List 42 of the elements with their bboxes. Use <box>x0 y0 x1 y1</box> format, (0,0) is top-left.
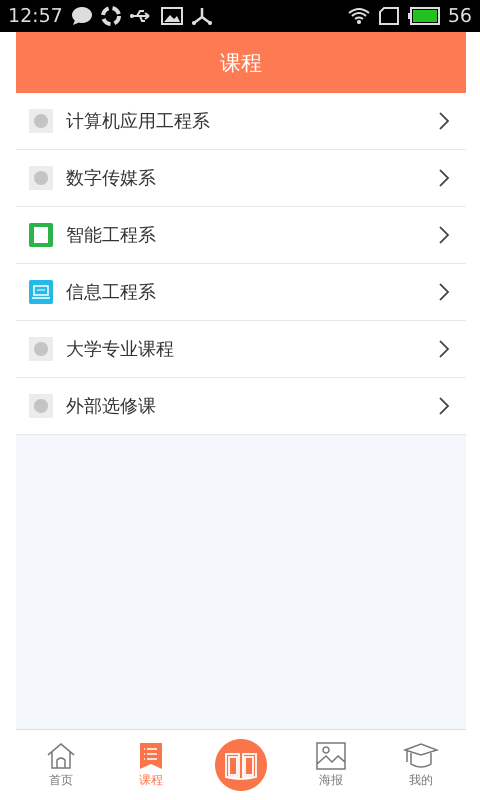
sync-icon <box>100 6 121 26</box>
tab-item[interactable]: 海报 <box>286 742 376 788</box>
list-icon <box>139 742 163 770</box>
placeholder-icon <box>29 394 53 418</box>
course-list-item[interactable]: 智能工程系 <box>16 207 466 264</box>
placeholder-icon <box>29 109 53 133</box>
placeholder-icon <box>29 166 53 190</box>
course-list-item[interactable]: 外部选修课 <box>16 378 466 435</box>
image-icon <box>160 7 183 25</box>
course-name: 信息工程系 <box>66 281 157 304</box>
course-name: 计算机应用工程系 <box>66 110 211 133</box>
course-name: 智能工程系 <box>66 224 157 247</box>
chevron-right-icon <box>438 111 450 131</box>
course-name: 大学专业课程 <box>66 338 175 361</box>
tab-item[interactable]: 首页 <box>16 742 106 788</box>
book-icon <box>29 223 53 247</box>
battery-icon <box>408 7 440 25</box>
placeholder-icon <box>29 337 53 361</box>
course-name: 外部选修课 <box>66 395 157 418</box>
chevron-right-icon <box>438 168 450 188</box>
course-list-item[interactable]: 数字传媒系 <box>16 150 466 207</box>
tab-item[interactable]: 我的 <box>376 742 466 788</box>
laptop-icon <box>29 280 53 304</box>
wifi-icon <box>348 7 370 25</box>
chevron-right-icon <box>438 396 450 416</box>
header-title: 课程 <box>220 50 262 76</box>
battery-level: 56 <box>448 5 472 27</box>
chevron-right-icon <box>438 282 450 302</box>
status-time: 12:57 <box>8 5 63 27</box>
course-list-item[interactable]: 计算机应用工程系 <box>16 93 466 150</box>
chevron-right-icon <box>438 225 450 245</box>
book-button-icon[interactable] <box>215 739 267 791</box>
share-icon <box>190 6 213 26</box>
image-icon <box>316 742 346 770</box>
house-icon <box>46 742 76 770</box>
course-list-item[interactable]: 大学专业课程 <box>16 321 466 378</box>
sim-icon <box>378 6 400 26</box>
graduation-cap-icon <box>403 742 439 770</box>
course-list-item[interactable]: 信息工程系 <box>16 264 466 321</box>
chevron-right-icon <box>438 339 450 359</box>
chat-icon <box>70 6 93 26</box>
course-name: 数字传媒系 <box>66 167 157 190</box>
